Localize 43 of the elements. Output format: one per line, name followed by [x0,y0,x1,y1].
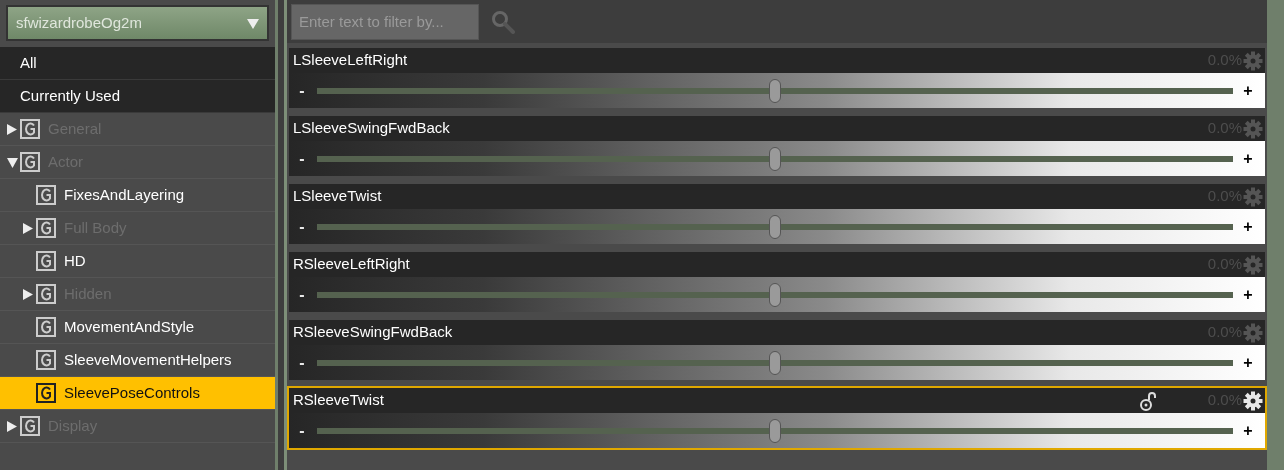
property-name: LSleeveLeftRight [293,50,409,71]
filter-item[interactable]: All [0,47,275,80]
decrement-button[interactable]: - [295,418,309,443]
property-name: LSleeveTwist [293,186,383,207]
tree-item[interactable]: SleevePoseControls [0,377,275,410]
increment-button[interactable]: + [1241,350,1255,375]
slider-thumb[interactable] [769,214,781,239]
slider-thumb[interactable] [769,418,781,443]
filter-item[interactable]: Currently Used [0,80,275,113]
slider-thumb[interactable] [769,282,781,307]
tree-item[interactable]: FixesAndLayering [0,179,275,212]
increment-button[interactable]: + [1241,282,1255,307]
decrement-button[interactable]: - [295,214,309,239]
group-icon [36,317,56,337]
decrement-button[interactable]: - [295,350,309,375]
increment-button[interactable]: + [1241,418,1255,443]
group-icon [20,152,40,172]
slider-thumb[interactable] [769,350,781,375]
property-name: RSleeveLeftRight [293,254,411,275]
unlocked-padlock-icon[interactable] [1139,390,1156,411]
group-icon [36,383,56,403]
increment-button[interactable]: + [1241,214,1255,239]
group-icon [36,218,56,238]
tree-item[interactable]: MovementAndStyle [0,311,275,344]
slider-thumb[interactable] [769,146,781,171]
decrement-button[interactable]: - [295,146,309,171]
decrement-button[interactable]: - [295,78,309,103]
property-name: RSleeveSwingFwdBack [293,322,454,343]
settings-icon[interactable] [1243,390,1263,411]
splitter-bar[interactable] [278,0,287,470]
increment-button[interactable]: + [1241,78,1255,103]
group-icon [36,185,56,205]
group-icon [20,119,40,139]
decrement-button[interactable]: - [295,282,309,307]
tree-item[interactable]: HD [0,245,275,278]
group-icon [36,251,56,271]
slider-thumb[interactable] [769,78,781,103]
property-name: LSleeveSwingFwdBack [293,118,451,139]
group-icon [36,284,56,304]
property-name: RSleeveTwist [293,390,385,411]
group-icon [36,350,56,370]
increment-button[interactable]: + [1241,146,1255,171]
group-icon [20,416,40,436]
